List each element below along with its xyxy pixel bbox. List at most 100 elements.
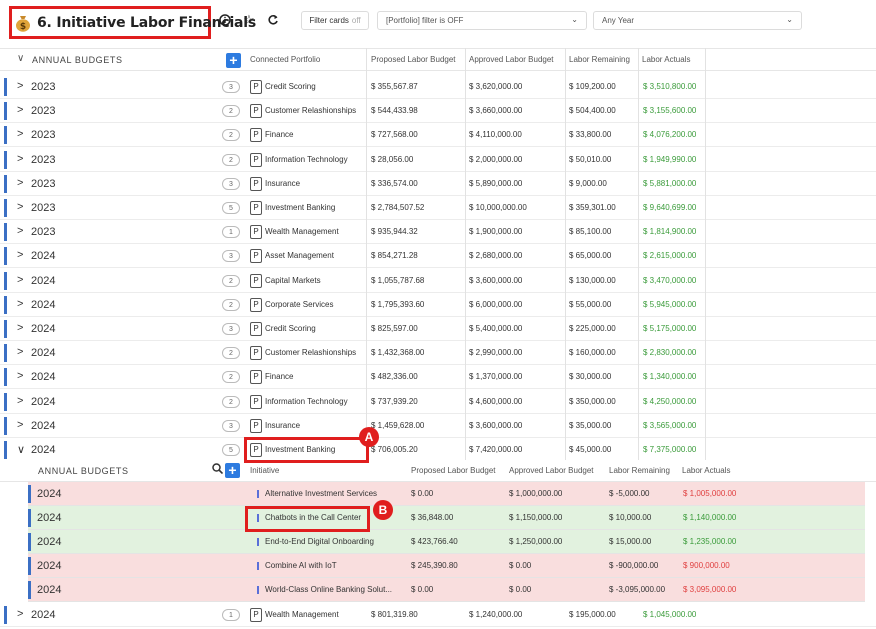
table-row[interactable]: >2023 2 P Finance $ 727,568.00 $ 4,110,000.00… bbox=[0, 123, 876, 148]
expand-chevron-icon[interactable]: > bbox=[17, 104, 23, 116]
drag-handle[interactable] bbox=[28, 557, 31, 575]
drag-handle[interactable] bbox=[4, 441, 7, 459]
portfolio-link[interactable]: Insurance bbox=[265, 179, 300, 188]
drag-handle[interactable] bbox=[28, 581, 31, 599]
table-row[interactable]: >2023 3 P Credit Scoring $ 355,567.87 $ 3,620… bbox=[0, 75, 876, 99]
expand-chevron-icon[interactable]: > bbox=[17, 395, 23, 407]
expand-chevron-icon[interactable]: > bbox=[17, 225, 23, 237]
drag-handle[interactable] bbox=[4, 199, 7, 217]
refresh-icon[interactable] bbox=[265, 12, 281, 28]
column-header[interactable]: Approved Labor Budget bbox=[509, 466, 594, 475]
portfolio-link[interactable]: Customer Relashionships bbox=[265, 106, 356, 115]
drag-handle[interactable] bbox=[4, 174, 7, 193]
portfolio-link[interactable]: Insurance bbox=[265, 421, 300, 430]
portfolio-link[interactable]: Finance bbox=[265, 372, 293, 381]
column-header[interactable]: Proposed Labor Budget bbox=[371, 55, 456, 64]
table-row[interactable]: >2024 2 P Information Technology $ 737,939.2… bbox=[0, 389, 876, 414]
drag-handle[interactable] bbox=[4, 78, 7, 96]
initiative-link[interactable]: End-to-End Digital Onboarding bbox=[265, 537, 374, 546]
drag-handle[interactable] bbox=[4, 320, 7, 338]
column-header[interactable]: Connected Portfolio bbox=[250, 55, 320, 64]
expand-chevron-icon[interactable]: > bbox=[17, 419, 23, 431]
expand-chevron-icon[interactable]: > bbox=[17, 153, 23, 165]
add-button[interactable]: + bbox=[226, 53, 241, 68]
column-header[interactable]: Labor Remaining bbox=[609, 466, 670, 475]
table-row[interactable]: >2023 1 P Wealth Management $ 935,944.32 $ 1,… bbox=[0, 220, 876, 245]
portfolio-link[interactable]: Investment Banking bbox=[265, 203, 335, 212]
drag-handle[interactable] bbox=[4, 271, 7, 290]
table-row[interactable]: >2024 3 P Credit Scoring $ 825,597.00 $ 5,400… bbox=[0, 317, 876, 341]
portfolio-link[interactable]: Credit Scoring bbox=[265, 324, 316, 333]
portfolio-link[interactable]: Asset Management bbox=[265, 251, 334, 260]
portfolio-link[interactable]: Information Technology bbox=[265, 155, 348, 164]
expand-chevron-icon[interactable]: > bbox=[17, 80, 23, 92]
drag-handle[interactable] bbox=[4, 344, 7, 363]
portfolio-link[interactable]: Wealth Management bbox=[265, 610, 339, 619]
column-header[interactable]: Initiative bbox=[250, 466, 279, 475]
drag-handle[interactable] bbox=[4, 126, 7, 145]
drag-handle[interactable] bbox=[4, 223, 7, 242]
table-row[interactable]: >2023 5 P Investment Banking $ 2,784,507.52 $… bbox=[0, 196, 876, 220]
expand-chevron-icon[interactable]: > bbox=[17, 274, 23, 286]
expand-chevron-icon[interactable]: > bbox=[17, 201, 23, 213]
table-row[interactable]: ∨ 2024 5 P Investment Banking $ 706,005.20 $ 7… bbox=[0, 438, 876, 462]
collapse-chevron-icon[interactable]: ∨ bbox=[17, 53, 24, 64]
portfolio-link[interactable]: Corporate Services bbox=[265, 300, 333, 309]
table-row[interactable]: >2023 3 P Insurance $ 336,574.00 $ 5,890,000.… bbox=[0, 171, 876, 196]
drag-handle[interactable] bbox=[4, 368, 7, 387]
expand-chevron-icon[interactable]: > bbox=[17, 128, 23, 140]
portfolio-link[interactable]: Capital Markets bbox=[265, 276, 321, 285]
table-row[interactable]: >2024 2 P Customer Relashionships $ 1,432,36… bbox=[0, 341, 876, 366]
table-row[interactable]: >2024 1 P Wealth Management $ 801,319.80 $ 1,… bbox=[0, 603, 876, 627]
drag-handle[interactable] bbox=[4, 150, 7, 169]
portfolio-link[interactable]: Finance bbox=[265, 130, 293, 139]
collapse-chevron-icon[interactable]: ∨ bbox=[17, 443, 25, 456]
drag-handle[interactable] bbox=[4, 416, 7, 435]
initiative-row[interactable]: 2024 End-to-End Digital Onboarding $ 423,7… bbox=[28, 530, 865, 554]
star-icon[interactable]: ☆ bbox=[241, 12, 257, 28]
portfolio-link[interactable]: Customer Relashionships bbox=[265, 348, 356, 357]
drag-handle[interactable] bbox=[4, 247, 7, 266]
drag-handle[interactable] bbox=[4, 102, 7, 121]
column-header[interactable]: Labor Actuals bbox=[642, 55, 690, 64]
portfolio-filter-dropdown[interactable]: [Portfolio] filter is OFF ⌄ bbox=[377, 11, 587, 30]
expand-chevron-icon[interactable]: > bbox=[17, 370, 23, 382]
initiative-link[interactable]: Alternative Investment Services bbox=[265, 489, 377, 498]
filter-cards-button[interactable]: Filter cards off bbox=[301, 11, 369, 30]
initiative-link[interactable]: World-Class Online Banking Solut... bbox=[265, 585, 392, 594]
portfolio-link[interactable]: Wealth Management bbox=[265, 227, 339, 236]
initiative-row[interactable]: 2024 Combine AI with IoT $ 245,390.80 $ 0.0… bbox=[28, 554, 865, 578]
column-header[interactable]: Labor Actuals bbox=[682, 466, 730, 475]
drag-handle[interactable] bbox=[4, 606, 7, 624]
expand-chevron-icon[interactable]: > bbox=[17, 322, 23, 334]
drag-handle[interactable] bbox=[28, 485, 31, 503]
expand-chevron-icon[interactable]: > bbox=[17, 608, 23, 620]
initiative-row[interactable]: 2024 World-Class Online Banking Solut... $… bbox=[28, 578, 865, 602]
table-row[interactable]: >2024 2 P Corporate Services $ 1,795,393.60 $… bbox=[0, 292, 876, 317]
table-row[interactable]: >2023 2 P Customer Relashionships $ 544,433.… bbox=[0, 99, 876, 124]
search-icon[interactable] bbox=[212, 463, 224, 477]
expand-chevron-icon[interactable]: > bbox=[17, 177, 23, 189]
drag-handle[interactable] bbox=[28, 509, 31, 527]
table-row[interactable]: >2024 2 P Capital Markets $ 1,055,787.68 $ 3,… bbox=[0, 268, 876, 293]
column-header[interactable]: Proposed Labor Budget bbox=[411, 466, 496, 475]
table-row[interactable]: >2024 3 P Asset Management $ 854,271.28 $ 2,6… bbox=[0, 244, 876, 269]
expand-chevron-icon[interactable]: > bbox=[17, 249, 23, 261]
initiative-link[interactable]: Combine AI with IoT bbox=[265, 561, 337, 570]
portfolio-link[interactable]: Information Technology bbox=[265, 397, 348, 406]
year-filter-dropdown[interactable]: Any Year ⌄ bbox=[593, 11, 802, 30]
expand-chevron-icon[interactable]: > bbox=[17, 298, 23, 310]
initiative-row[interactable]: 2024 Alternative Investment Services $ 0.0… bbox=[28, 482, 865, 506]
drag-handle[interactable] bbox=[28, 533, 31, 551]
column-header[interactable]: Approved Labor Budget bbox=[469, 55, 554, 64]
expand-chevron-icon[interactable]: > bbox=[17, 346, 23, 358]
table-row[interactable]: >2023 2 P Information Technology $ 28,056.00… bbox=[0, 147, 876, 172]
table-row[interactable]: >2024 2 P Finance $ 482,336.00 $ 1,370,000.00… bbox=[0, 365, 876, 390]
drag-handle[interactable] bbox=[4, 295, 7, 314]
column-header[interactable]: Labor Remaining bbox=[569, 55, 630, 64]
info-icon[interactable] bbox=[217, 12, 233, 28]
drag-handle[interactable] bbox=[4, 392, 7, 411]
initiative-row[interactable]: 2024 Chatbots in the Call Center $ 36,848.… bbox=[28, 506, 865, 530]
portfolio-link[interactable]: Credit Scoring bbox=[265, 82, 316, 91]
add-initiative-button[interactable]: + bbox=[225, 463, 240, 478]
